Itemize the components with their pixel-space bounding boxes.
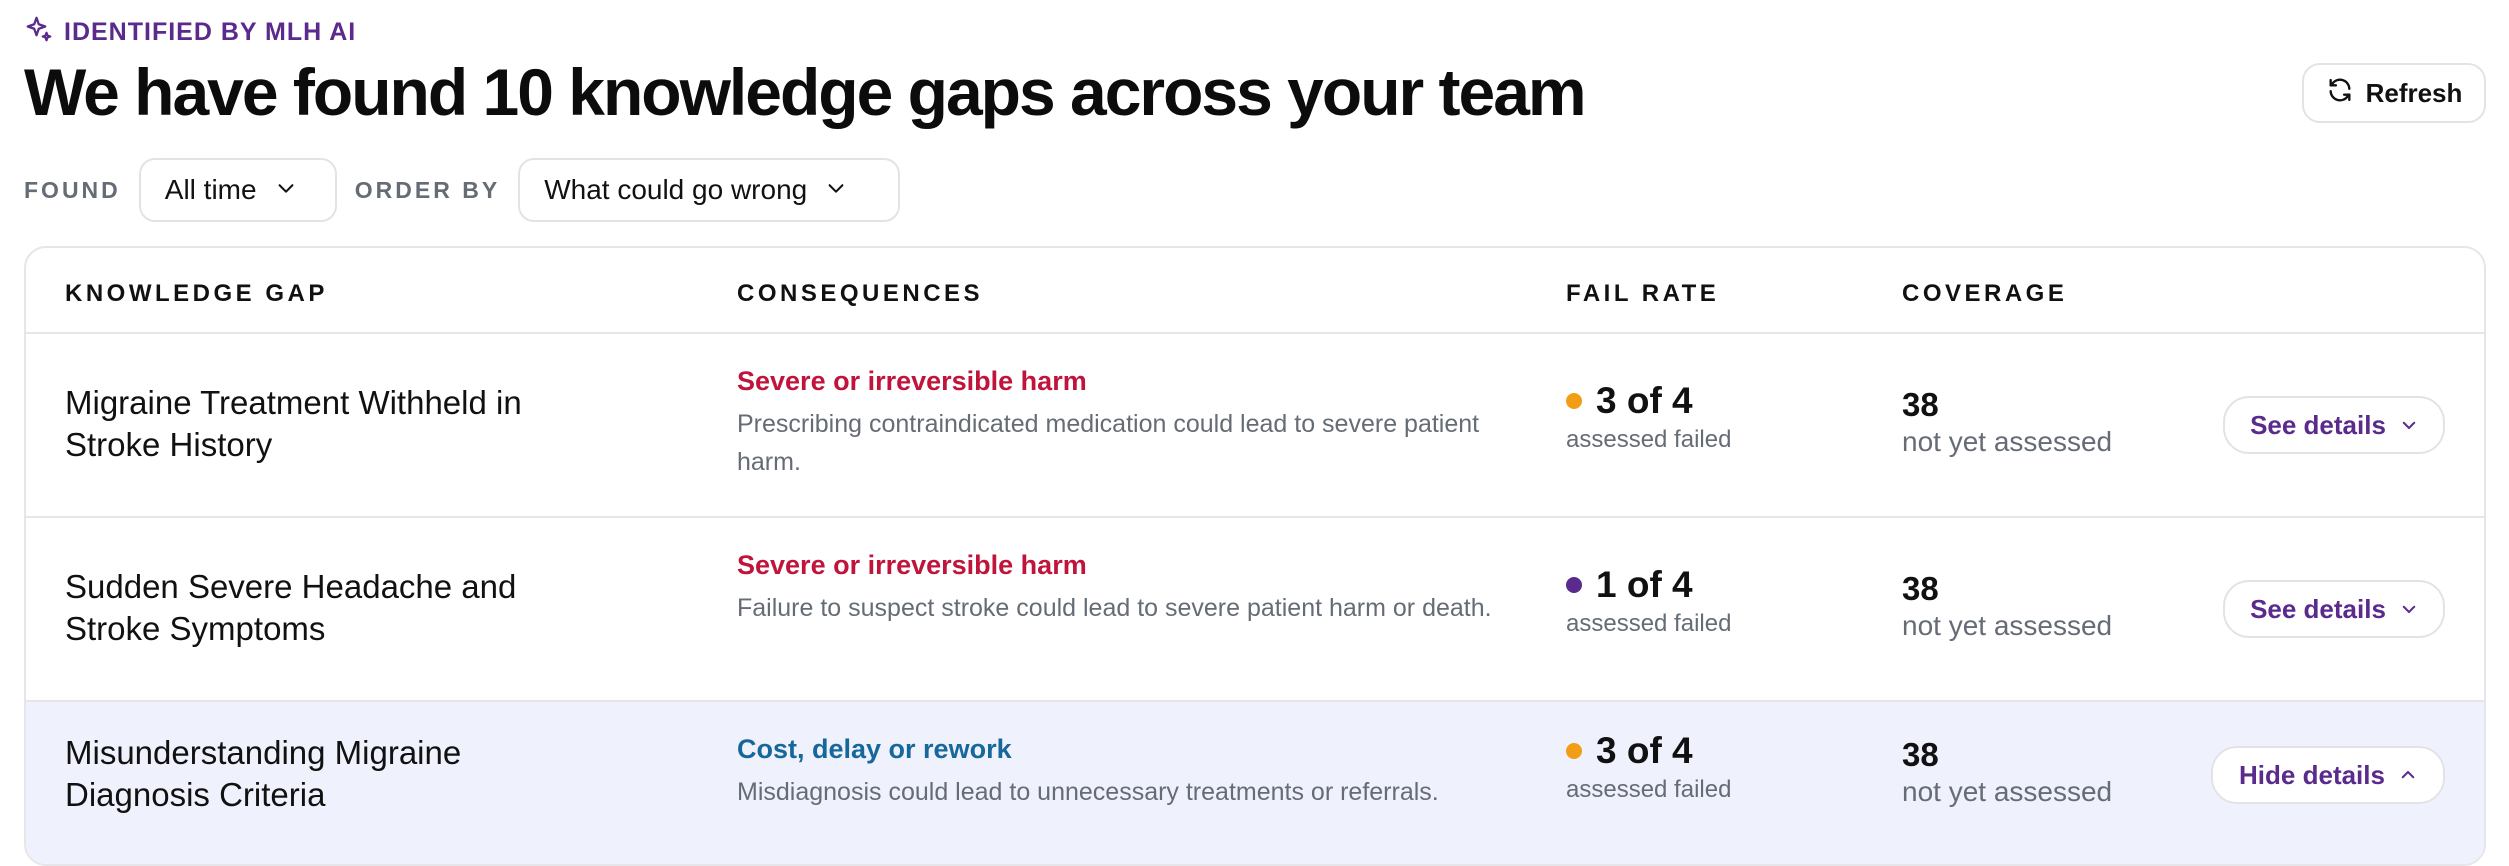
found-value: All time bbox=[164, 174, 257, 205]
chevron-down-icon bbox=[825, 174, 847, 206]
fail-rate-value: 3 of 4 bbox=[1596, 380, 1693, 421]
order-by-label: ORDER BY bbox=[354, 176, 501, 203]
fail-rate-caption: assessed failed bbox=[1566, 610, 1732, 637]
filter-bar: FOUND All time ORDER BY What could go wr… bbox=[24, 158, 901, 222]
coverage-count: 38 bbox=[1902, 570, 1939, 607]
chevron-down-icon bbox=[2400, 410, 2418, 441]
found-label: FOUND bbox=[24, 176, 121, 203]
ai-badge-label: IDENTIFIED BY MLH AI bbox=[64, 18, 357, 46]
fail-rate: 3 of 4 assessed failed bbox=[1566, 730, 1731, 804]
fail-rate: 3 of 4 assessed failed bbox=[1566, 380, 1731, 454]
ai-badge: IDENTIFIED BY MLH AI bbox=[24, 14, 356, 51]
gap-title: Migraine Treatment Withheld in Stroke Hi… bbox=[65, 384, 522, 463]
order-by-select[interactable]: What could go wrong bbox=[518, 158, 901, 222]
fail-rate-caption: assessed failed bbox=[1566, 426, 1732, 453]
gap-title: Sudden Severe Headache and Stroke Sympto… bbox=[65, 568, 517, 647]
consequence: Severe or irreversible harm Prescribing … bbox=[737, 366, 1527, 481]
details-button-label: See details bbox=[2250, 409, 2386, 440]
refresh-icon bbox=[2326, 76, 2354, 111]
coverage-count: 38 bbox=[1902, 386, 1939, 423]
gap-title: Misunderstanding Migraine Diagnosis Crit… bbox=[65, 734, 462, 813]
fail-rate-value: 1 of 4 bbox=[1596, 564, 1693, 605]
consequence: Severe or irreversible harm Failure to s… bbox=[737, 550, 1527, 627]
table-row-expanded: Misunderstanding Migraine Diagnosis Crit… bbox=[26, 702, 2484, 864]
fail-rate-value: 3 of 4 bbox=[1596, 730, 1693, 771]
consequence-description: Failure to suspect stroke could lead to … bbox=[737, 594, 1492, 622]
order-by-value: What could go wrong bbox=[544, 174, 808, 205]
column-header-consequences: CONSEQUENCES bbox=[737, 280, 984, 307]
consequence-description: Misdiagnosis could lead to unnecessary t… bbox=[737, 778, 1439, 806]
refresh-button[interactable]: Refresh bbox=[2302, 63, 2486, 123]
coverage: 38 not yet assessed bbox=[1902, 736, 2112, 808]
sparkle-icon bbox=[24, 14, 54, 51]
fail-rate: 1 of 4 assessed failed bbox=[1566, 564, 1731, 638]
refresh-label: Refresh bbox=[2365, 77, 2463, 108]
coverage: 38 not yet assessed bbox=[1902, 570, 2112, 642]
consequence-description: Prescribing contraindicated medication c… bbox=[737, 410, 1480, 476]
consequence-category: Cost, delay or rework bbox=[737, 734, 1012, 764]
table-row: Migraine Treatment Withheld in Stroke Hi… bbox=[26, 334, 2484, 518]
fail-rate-caption: assessed failed bbox=[1566, 776, 1732, 803]
status-dot-icon bbox=[1566, 577, 1582, 593]
status-dot-icon bbox=[1566, 393, 1582, 409]
consequence-category: Severe or irreversible harm bbox=[737, 366, 1087, 396]
found-select[interactable]: All time bbox=[138, 158, 337, 222]
table-header: KNOWLEDGE GAP CONSEQUENCES FAIL RATE COV… bbox=[26, 248, 2484, 334]
coverage: 38 not yet assessed bbox=[1902, 386, 2112, 458]
column-header-fail-rate: FAIL RATE bbox=[1566, 280, 1720, 307]
status-dot-icon bbox=[1566, 743, 1582, 759]
details-button-label: Hide details bbox=[2239, 759, 2385, 790]
see-details-button[interactable]: See details bbox=[2223, 396, 2445, 454]
coverage-count: 38 bbox=[1902, 736, 1939, 773]
hide-details-button[interactable]: Hide details bbox=[2211, 746, 2445, 804]
chevron-down-icon bbox=[2400, 594, 2418, 625]
knowledge-gaps-table: KNOWLEDGE GAP CONSEQUENCES FAIL RATE COV… bbox=[24, 246, 2486, 866]
column-header-coverage: COVERAGE bbox=[1902, 280, 2068, 307]
chevron-up-icon bbox=[2399, 760, 2417, 791]
column-header-knowledge-gap: KNOWLEDGE GAP bbox=[65, 280, 328, 307]
coverage-caption: not yet assessed bbox=[1902, 426, 2113, 457]
page-title: We have found 10 knowledge gaps across y… bbox=[24, 55, 1587, 129]
consequence: Cost, delay or rework Misdiagnosis could… bbox=[737, 734, 1527, 811]
coverage-caption: not yet assessed bbox=[1902, 610, 2113, 641]
coverage-caption: not yet assessed bbox=[1902, 776, 2113, 807]
chevron-down-icon bbox=[275, 174, 297, 206]
table-row: Sudden Severe Headache and Stroke Sympto… bbox=[26, 518, 2484, 702]
details-button-label: See details bbox=[2250, 593, 2386, 624]
consequence-category: Severe or irreversible harm bbox=[737, 550, 1087, 580]
see-details-button[interactable]: See details bbox=[2223, 580, 2445, 638]
